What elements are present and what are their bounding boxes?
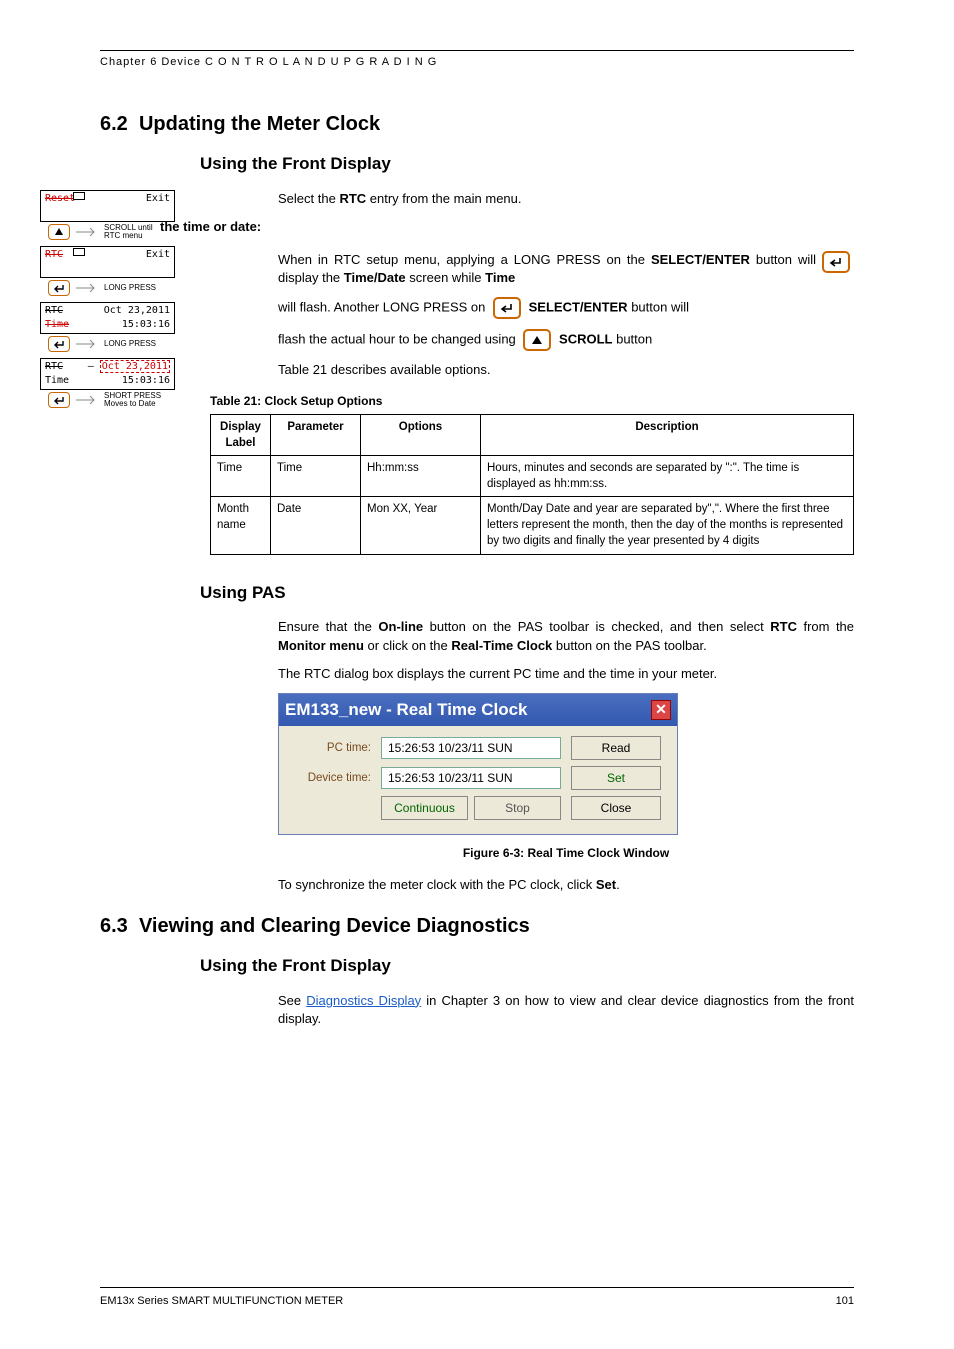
lcd-text: 15:03:16 [122, 374, 170, 388]
continuous-button[interactable]: Continuous [381, 796, 468, 820]
cell: Hours, minutes and seconds are separated… [481, 456, 854, 497]
paragraph: To synchronize the meter clock with the … [278, 876, 854, 894]
scroll-up-icon [48, 224, 70, 240]
subheading-front-display: Using the Front Display [200, 152, 854, 176]
cell: Month name [211, 497, 271, 554]
clock-setup-options-table: Display Label Parameter Options Descript… [210, 414, 854, 555]
device-time-field: 15:26:53 10/23/11 SUN [381, 767, 561, 789]
cell: Month/Day Date and year are separated by… [481, 497, 854, 554]
subheading-front-display-2: Using the Front Display [200, 954, 854, 978]
close-icon[interactable]: ✕ [651, 700, 671, 720]
lcd-reset: Reset Exit [40, 190, 175, 222]
page-number: 101 [836, 1294, 854, 1309]
icon-box [73, 192, 85, 200]
col-header: Display Label [211, 414, 271, 455]
lcd-text: Reset [45, 192, 75, 206]
section-title: Updating the Meter Clock [139, 113, 380, 135]
lcd-text: RTC [45, 360, 63, 374]
diagnostics-display-link[interactable]: Diagnostics Display [306, 993, 421, 1008]
section-6-2-heading: 6.2 Updating the Meter Clock [100, 110, 854, 138]
paragraph: When in RTC setup menu, applying a LONG … [278, 251, 854, 287]
lcd-text: Time [45, 318, 69, 332]
lcd-text: Exit [146, 192, 170, 206]
enter-key-icon [48, 392, 70, 408]
lcd-sequence-diagram: Reset Exit SCROLL untilRTC menu RTC Exit [40, 190, 200, 414]
set-button[interactable]: Set [571, 766, 661, 790]
table-row: Month name Date Mon XX, Year Month/Day D… [211, 497, 854, 554]
cell: Mon XX, Year [361, 497, 481, 554]
pointer-icon [74, 339, 100, 349]
pointer-icon [74, 227, 100, 237]
subheading-using-pas: Using PAS [200, 581, 854, 605]
chapter-header: Chapter 6 Device C O N T R O L A N D U P… [100, 55, 854, 70]
rtc-dialog-titlebar: EM133_new - Real Time Clock ✕ [279, 694, 677, 726]
lcd-rtc: RTC Exit [40, 246, 175, 278]
btn-label: SHORT PRESSMoves to Date [104, 392, 161, 408]
pc-time-label: PC time: [291, 740, 371, 756]
cell: Hh:mm:ss [361, 456, 481, 497]
btn-label: LONG PRESS [104, 340, 156, 348]
enter-key-icon [48, 280, 70, 296]
lcd-text: Time [45, 374, 69, 388]
intro-paragraph: Select the RTC entry from the main menu. [278, 190, 854, 208]
paragraph: flash the actual hour to be changed usin… [278, 329, 854, 351]
table-row: Time Time Hh:mm:ss Hours, minutes and se… [211, 456, 854, 497]
enter-key-icon [822, 251, 850, 273]
lcd-rtc-datetime: RTC Oct 23,2011 Time 15:03:16 [40, 302, 175, 334]
table-caption: Table 21: Clock Setup Options [210, 393, 854, 410]
footer-left: EM13x Series SMART MULTIFUNCTION METER [100, 1294, 343, 1309]
cell: Time [211, 456, 271, 497]
cell: Time [271, 456, 361, 497]
col-header: Options [361, 414, 481, 455]
paragraph: See Diagnostics Display in Chapter 3 on … [278, 992, 854, 1028]
close-button[interactable]: Close [571, 796, 661, 820]
lcd-text: – Oct 23,2011 [88, 360, 170, 374]
lcd-rtc-edit: RTC – Oct 23,2011 Time 15:03:16 [40, 358, 175, 390]
section-num: 6.2 [100, 113, 128, 135]
col-header: Description [481, 414, 854, 455]
lcd-text: RTC [45, 304, 63, 318]
col-header: Parameter [271, 414, 361, 455]
enter-key-icon [48, 336, 70, 352]
rtc-dialog: EM133_new - Real Time Clock ✕ PC time: 1… [278, 693, 678, 835]
read-button[interactable]: Read [571, 736, 661, 760]
figure-caption: Figure 6-3: Real Time Clock Window [278, 845, 854, 862]
section-title: Viewing and Clearing Device Diagnostics [139, 915, 530, 937]
btn-label: SCROLL untilRTC menu [104, 224, 153, 240]
page-footer: EM13x Series SMART MULTIFUNCTION METER 1… [100, 1287, 854, 1309]
stop-button[interactable]: Stop [474, 796, 561, 820]
lcd-text: 15:03:16 [122, 318, 170, 332]
device-time-label: Device time: [291, 770, 371, 786]
paragraph: Table 21 describes available options. [278, 361, 854, 379]
lcd-text: Exit [146, 248, 170, 262]
section-6-3-heading: 6.3 Viewing and Clearing Device Diagnost… [100, 912, 854, 940]
cell: Date [271, 497, 361, 554]
icon-box [73, 248, 85, 256]
rtc-dialog-title: EM133_new - Real Time Clock [285, 698, 528, 722]
section-num: 6.3 [100, 915, 128, 937]
pc-time-field: 15:26:53 10/23/11 SUN [381, 737, 561, 759]
lcd-text: RTC [45, 248, 63, 262]
paragraph: Ensure that the On-line button on the PA… [278, 618, 854, 654]
paragraph: The RTC dialog box displays the current … [278, 665, 854, 683]
btn-label: LONG PRESS [104, 284, 156, 292]
pointer-icon [74, 283, 100, 293]
paragraph: will flash. Another LONG PRESS on SELECT… [278, 297, 854, 319]
enter-key-icon [493, 297, 521, 319]
lcd-text: Oct 23,2011 [104, 304, 170, 318]
pointer-icon [74, 395, 100, 405]
scroll-up-icon [523, 329, 551, 351]
